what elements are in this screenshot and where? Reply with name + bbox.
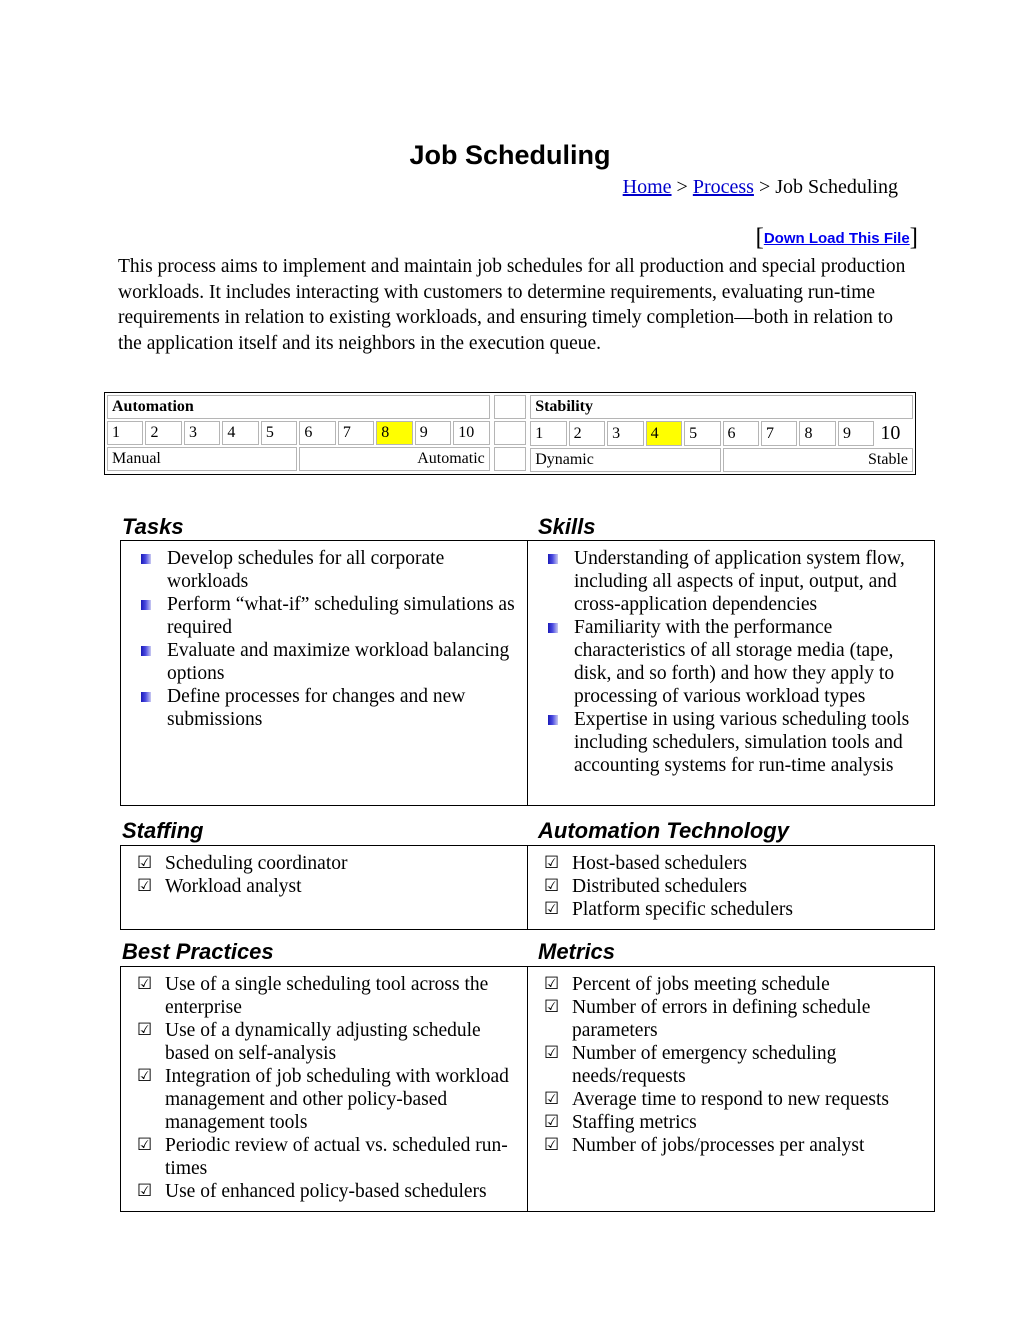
list-item: Periodic review of actual vs. scheduled …	[129, 1134, 519, 1180]
document-page: Job Scheduling Home > Process > Job Sche…	[0, 0, 1020, 1320]
automation-num-10[interactable]: 10	[453, 421, 490, 445]
breadcrumb-link-home[interactable]: Home	[623, 176, 672, 198]
page-title: Job Scheduling	[409, 140, 611, 170]
breadcrumb-separator-2: >	[753, 176, 776, 198]
spacer-cell-mid	[493, 421, 527, 445]
metrics-heading: Metrics	[538, 939, 616, 964]
bracket-open: [	[755, 224, 764, 251]
list-item: Evaluate and maximize workload balancing…	[129, 639, 519, 685]
automation-num-3[interactable]: 3	[183, 421, 221, 445]
list-item: Use of a dynamically adjusting schedule …	[129, 1019, 519, 1065]
stability-num-4-selected[interactable]: 4	[645, 421, 683, 446]
table-row: Scheduling coordinator Workload analyst …	[120, 845, 935, 930]
bracket-close: ]	[909, 224, 918, 251]
download-file-container: [Down Load This File]	[756, 224, 919, 252]
automation-num-8-selected[interactable]: 8	[376, 421, 413, 445]
tasks-cell: Develop schedules for all corporate work…	[120, 540, 528, 806]
list-item: Scheduling coordinator	[129, 852, 519, 875]
skills-list: Understanding of application system flow…	[536, 547, 926, 777]
list-item: Percent of jobs meeting schedule	[536, 973, 926, 996]
best-practices-list: Use of a single scheduling tool across t…	[129, 973, 519, 1203]
tasks-list: Develop schedules for all corporate work…	[129, 547, 519, 731]
list-item: Familiarity with the performance charact…	[536, 616, 926, 708]
stability-num-1[interactable]: 1	[530, 421, 567, 446]
spacer-cell-top	[493, 395, 527, 419]
skills-cell: Understanding of application system flow…	[527, 540, 935, 806]
table-row: Use of a single scheduling tool across t…	[120, 966, 935, 1212]
stability-num-10[interactable]: 10	[876, 421, 913, 446]
automation-num-9[interactable]: 9	[414, 421, 452, 445]
automation-technology-list: Host-based schedulers Distributed schedu…	[536, 852, 926, 921]
list-item: Perform “what-if” scheduling simulations…	[129, 593, 519, 639]
list-item: Platform specific schedulers	[536, 898, 926, 921]
stability-num-7[interactable]: 7	[761, 421, 798, 446]
list-item: Host-based schedulers	[536, 852, 926, 875]
tasks-skills-table: Develop schedules for all corporate work…	[120, 540, 935, 806]
list-item: Use of a single scheduling tool across t…	[129, 973, 519, 1019]
automation-num-7[interactable]: 7	[337, 421, 375, 445]
list-item: Average time to respond to new requests	[536, 1088, 926, 1111]
list-item: Workload analyst	[129, 875, 519, 898]
best-practices-metrics-table: Use of a single scheduling tool across t…	[120, 966, 935, 1212]
list-item: Distributed schedulers	[536, 875, 926, 898]
automation-num-2[interactable]: 2	[145, 421, 182, 445]
skills-heading: Skills	[538, 514, 596, 539]
breadcrumb-current: Job Scheduling	[775, 176, 898, 198]
automation-right-label: Automatic	[299, 447, 490, 471]
list-item: Number of jobs/processes per analyst	[536, 1134, 926, 1157]
stability-heading: Stability	[530, 395, 913, 419]
staffing-heading: Staffing	[122, 818, 204, 843]
automation-heading: Automation	[107, 395, 490, 419]
stability-num-2[interactable]: 2	[568, 421, 606, 446]
list-item: Understanding of application system flow…	[536, 547, 926, 616]
intro-paragraph: This process aims to implement and maint…	[118, 256, 906, 354]
scale-spacer-cell	[492, 393, 528, 475]
automation-scale-cell: Automation 1 2 3 4 5 6 7 8 9 10 Manual A…	[105, 393, 492, 475]
automation-technology-cell: Host-based schedulers Distributed schedu…	[527, 845, 935, 930]
breadcrumb-separator-1: >	[671, 176, 693, 198]
list-item: Number of emergency scheduling needs/req…	[536, 1042, 926, 1088]
breadcrumb-link-process[interactable]: Process	[693, 176, 754, 198]
scale-outer-table: Automation 1 2 3 4 5 6 7 8 9 10 Manual A…	[104, 392, 916, 475]
automation-technology-heading: Automation Technology	[538, 818, 789, 843]
metrics-cell: Percent of jobs meeting schedule Number …	[527, 966, 935, 1212]
stability-scale-table: Stability 1 2 3 4 5 6 7 8 9 10 Dynamic S…	[528, 393, 915, 474]
scale-tables-container: Automation 1 2 3 4 5 6 7 8 9 10 Manual A…	[104, 392, 916, 475]
list-item: Use of enhanced policy-based schedulers	[129, 1180, 519, 1203]
stability-number-row: 1 2 3 4 5 6 7 8 9 10	[530, 421, 913, 446]
automation-num-1[interactable]: 1	[107, 421, 144, 445]
spacer-cell-bottom	[493, 447, 527, 471]
list-item: Develop schedules for all corporate work…	[129, 547, 519, 593]
staffing-cell: Scheduling coordinator Workload analyst	[120, 845, 528, 930]
download-file-link[interactable]: Down Load This File	[764, 230, 910, 247]
automation-number-row: 1 2 3 4 5 6 7 8 9 10	[107, 421, 490, 445]
staffing-automation-table: Scheduling coordinator Workload analyst …	[120, 845, 935, 930]
scale-spacer-table	[492, 393, 528, 473]
table-row: Develop schedules for all corporate work…	[120, 540, 935, 806]
stability-num-8[interactable]: 8	[799, 421, 836, 446]
list-item: Staffing metrics	[536, 1111, 926, 1134]
automation-num-5[interactable]: 5	[260, 421, 298, 445]
list-item: Define processes for changes and new sub…	[129, 685, 519, 731]
automation-num-4[interactable]: 4	[222, 421, 259, 445]
stability-left-label: Dynamic	[530, 448, 721, 472]
stability-scale-cell: Stability 1 2 3 4 5 6 7 8 9 10 Dynamic S…	[528, 393, 915, 475]
best-practices-heading: Best Practices	[122, 939, 274, 964]
stability-num-6[interactable]: 6	[722, 421, 760, 446]
tasks-heading: Tasks	[122, 514, 184, 539]
automation-left-label: Manual	[107, 447, 298, 471]
list-item: Expertise in using various scheduling to…	[536, 708, 926, 777]
stability-right-label: Stable	[722, 448, 913, 472]
automation-num-6[interactable]: 6	[299, 421, 336, 445]
stability-num-3[interactable]: 3	[607, 421, 644, 446]
list-item: Integration of job scheduling with workl…	[129, 1065, 519, 1134]
breadcrumb: Home > Process > Job Scheduling	[623, 176, 898, 199]
stability-num-5[interactable]: 5	[684, 421, 721, 446]
staffing-list: Scheduling coordinator Workload analyst	[129, 852, 519, 898]
automation-scale-table: Automation 1 2 3 4 5 6 7 8 9 10 Manual A…	[105, 393, 492, 473]
metrics-list: Percent of jobs meeting schedule Number …	[536, 973, 926, 1157]
best-practices-cell: Use of a single scheduling tool across t…	[120, 966, 528, 1212]
list-item: Number of errors in defining schedule pa…	[536, 996, 926, 1042]
stability-num-9[interactable]: 9	[837, 421, 875, 446]
